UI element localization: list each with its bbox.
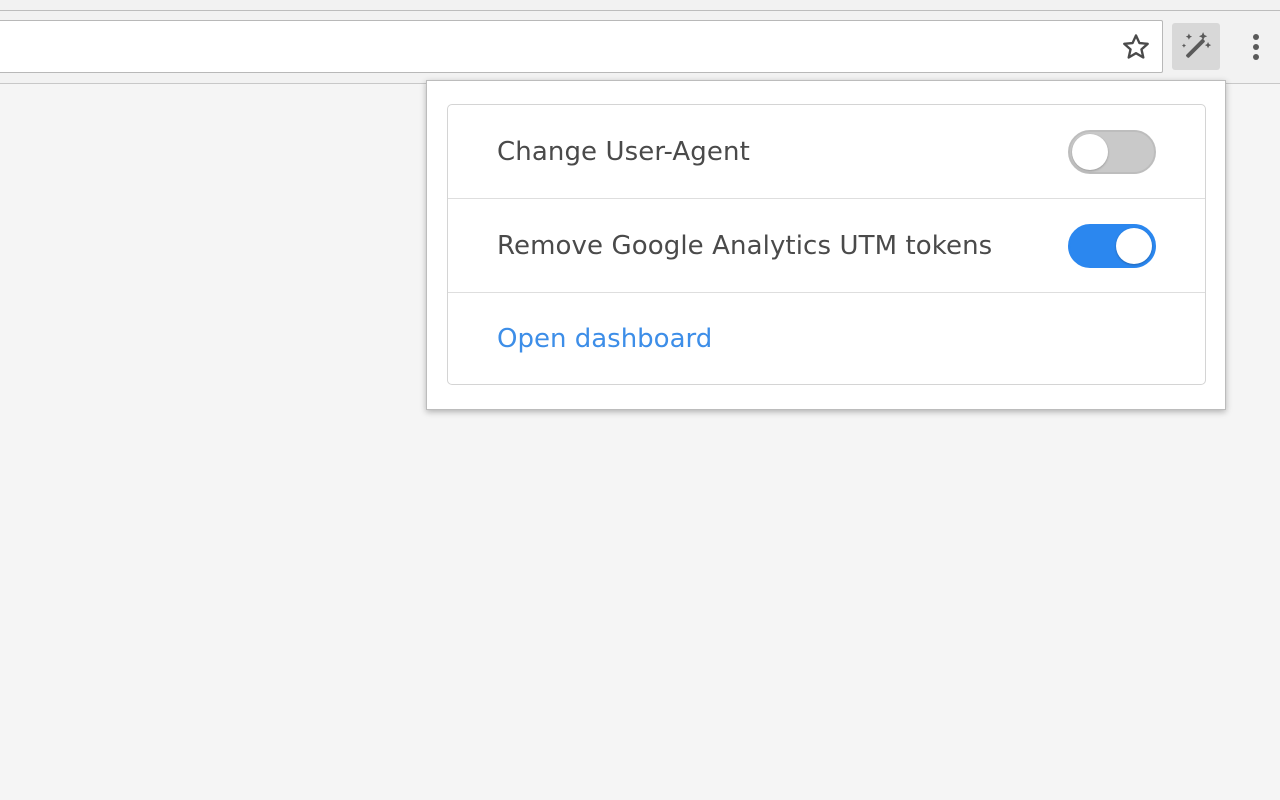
open-dashboard-link[interactable]: Open dashboard [497,324,712,354]
browser-toolbar [0,0,1280,84]
settings-card: Change User-Agent Remove Google Analytic… [447,104,1206,385]
remove-utm-toggle[interactable] [1068,224,1156,268]
setting-row-remove-utm: Remove Google Analytics UTM tokens [448,199,1205,293]
tab-strip [0,0,1280,11]
magic-wand-icon [1181,31,1212,58]
setting-row-change-user-agent: Change User-Agent [448,105,1205,199]
extension-popup: Change User-Agent Remove Google Analytic… [426,80,1226,410]
setting-label: Remove Google Analytics UTM tokens [497,230,993,261]
toggle-knob [1116,228,1152,264]
browser-menu-button[interactable] [1240,28,1272,66]
star-outline-icon [1123,34,1149,59]
bookmark-star-button[interactable] [1119,30,1153,64]
address-bar[interactable] [0,20,1163,73]
setting-row-dashboard: Open dashboard [448,293,1205,384]
setting-label: Change User-Agent [497,136,750,167]
extension-button[interactable] [1172,23,1220,70]
toggle-knob [1072,134,1108,170]
change-user-agent-toggle[interactable] [1068,130,1156,174]
vertical-dots-icon [1253,34,1259,60]
